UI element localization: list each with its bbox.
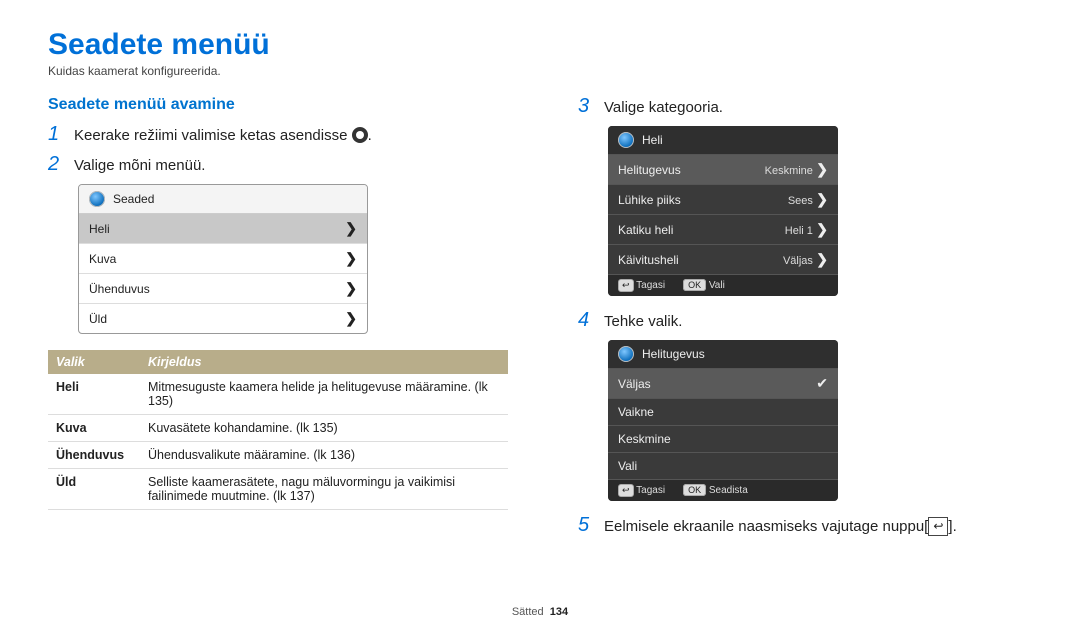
menu-row-uld[interactable]: Üld ❯ [79, 304, 367, 333]
menu-row[interactable]: Lühike piiks Sees ❯ [608, 185, 838, 215]
ok-button[interactable]: OK [683, 279, 706, 291]
menu-row-kuva[interactable]: Kuva ❯ [79, 244, 367, 274]
menu-row[interactable]: Keskmine [608, 426, 838, 453]
menu-value: Väljas [783, 255, 813, 267]
chevron-right-icon: ❯ [816, 161, 828, 177]
chevron-right-icon: ❯ [816, 221, 828, 237]
step-3-text: Valige kategooria. [604, 97, 723, 118]
step-5-text-b: ]. [948, 518, 956, 535]
step-number: 3 [578, 96, 596, 116]
foot-ok-label: Vali [709, 280, 725, 291]
menu-row-uhenduvus[interactable]: Ühenduvus ❯ [79, 274, 367, 304]
chevron-right-icon: ❯ [345, 220, 357, 237]
settings-icon [89, 191, 105, 207]
menu-row[interactable]: Väljas ✔ [608, 369, 838, 399]
menu-label: Helitugevus [618, 163, 681, 177]
menu-row-heli[interactable]: Heli ❯ [79, 214, 367, 244]
footer-section: Sätted [512, 606, 544, 618]
menu-label: Väljas [618, 377, 651, 391]
foot-back: Tagasi [636, 485, 665, 496]
table-row: ÜldSelliste kaamerasätete, nagu mäluvorm… [48, 469, 508, 510]
menu-value: Heli 1 [785, 225, 813, 237]
menu-label: Ühenduvus [89, 282, 150, 296]
menu-label: Üld [89, 312, 107, 326]
menu-row[interactable]: Vaikne [608, 399, 838, 426]
step-4-text: Tehke valik. [604, 311, 682, 332]
menu-label: Katiku heli [618, 223, 673, 237]
menu-value: Keskmine [765, 165, 813, 177]
step-1: 1 Keerake režiimi valimise ketas asendis… [48, 124, 518, 146]
back-button-icon: ↩ [928, 517, 948, 536]
menu-label: Heli [89, 222, 110, 236]
table-row: HeliMitmesuguste kaamera helide ja helit… [48, 374, 508, 415]
right-column: 3 Valige kategooria. Heli Helitugevus Ke… [578, 96, 1008, 545]
foot-ok-label: Seadista [709, 485, 748, 496]
back-icon[interactable]: ↩ [618, 484, 634, 497]
step-number: 4 [578, 310, 596, 330]
settings-icon [618, 132, 634, 148]
step-1-end: . [368, 127, 372, 144]
panel3-header: Helitugevus [642, 347, 705, 361]
table-row: ÜhenduvusÜhendusvalikute määramine. (lk … [48, 442, 508, 469]
left-column: Seadete menüü avamine 1 Keerake režiimi … [48, 96, 518, 545]
menu-label: Kuva [89, 252, 116, 266]
menu-label: Vali [618, 459, 637, 473]
check-icon: ✔ [816, 375, 828, 392]
step-number: 5 [578, 515, 596, 535]
menu-value: Sees [788, 195, 813, 207]
th-kirjeldus: Kirjeldus [140, 350, 508, 374]
menu-panel-settings: Seaded Heli ❯ Kuva ❯ Ühenduvus ❯ Üld ❯ [78, 184, 368, 334]
step-4: 4 Tehke valik. [578, 310, 1008, 332]
menu-label: Käivitusheli [618, 253, 679, 267]
gear-icon [352, 127, 368, 143]
page-subtitle: Kuidas kaamerat konfigureerida. [48, 64, 1032, 78]
menu-panel-heli: Heli Helitugevus Keskmine ❯ Lühike piiks… [608, 126, 838, 296]
menu-label: Keskmine [618, 432, 671, 446]
chevron-right-icon: ❯ [345, 310, 357, 327]
chevron-right-icon: ❯ [816, 191, 828, 207]
chevron-right-icon: ❯ [816, 251, 828, 267]
table-row: KuvaKuvasätete kohandamine. (lk 135) [48, 415, 508, 442]
menu-panel-helitugevus: Helitugevus Väljas ✔ Vaikne Keskmine Val… [608, 340, 838, 501]
step-2: 2 Valige mõni menüü. [48, 154, 518, 176]
page-footer: Sätted 134 [0, 606, 1080, 618]
page-title: Seadete menüü [48, 28, 1032, 62]
section-title: Seadete menüü avamine [48, 96, 518, 114]
step-1-text: Keerake režiimi valimise ketas asendisse [74, 127, 347, 144]
panel2-header: Heli [642, 133, 663, 147]
menu-label: Lühike piiks [618, 193, 681, 207]
step-5: 5 Eelmisele ekraanile naasmiseks vajutag… [578, 515, 1008, 537]
ok-button[interactable]: OK [683, 484, 706, 496]
step-5-text-a: Eelmisele ekraanile naasmiseks vajutage … [604, 518, 928, 535]
step-number: 1 [48, 124, 66, 144]
menu-row[interactable]: Helitugevus Keskmine ❯ [608, 155, 838, 185]
step-3: 3 Valige kategooria. [578, 96, 1008, 118]
settings-icon [618, 346, 634, 362]
footer-page: 134 [550, 606, 568, 618]
menu-row[interactable]: Vali [608, 453, 838, 480]
panel1-header: Seaded [113, 192, 154, 206]
step-number: 2 [48, 154, 66, 174]
menu-row[interactable]: Katiku heli Heli 1 ❯ [608, 215, 838, 245]
step-2-text: Valige mõni menüü. [74, 155, 205, 176]
menu-label: Vaikne [618, 405, 654, 419]
chevron-right-icon: ❯ [345, 280, 357, 297]
chevron-right-icon: ❯ [345, 250, 357, 267]
th-valik: Valik [48, 350, 140, 374]
back-icon[interactable]: ↩ [618, 279, 634, 292]
menu-row[interactable]: Käivitusheli Väljas ❯ [608, 245, 838, 275]
options-table: Valik Kirjeldus HeliMitmesuguste kaamera… [48, 350, 508, 510]
foot-back: Tagasi [636, 280, 665, 291]
